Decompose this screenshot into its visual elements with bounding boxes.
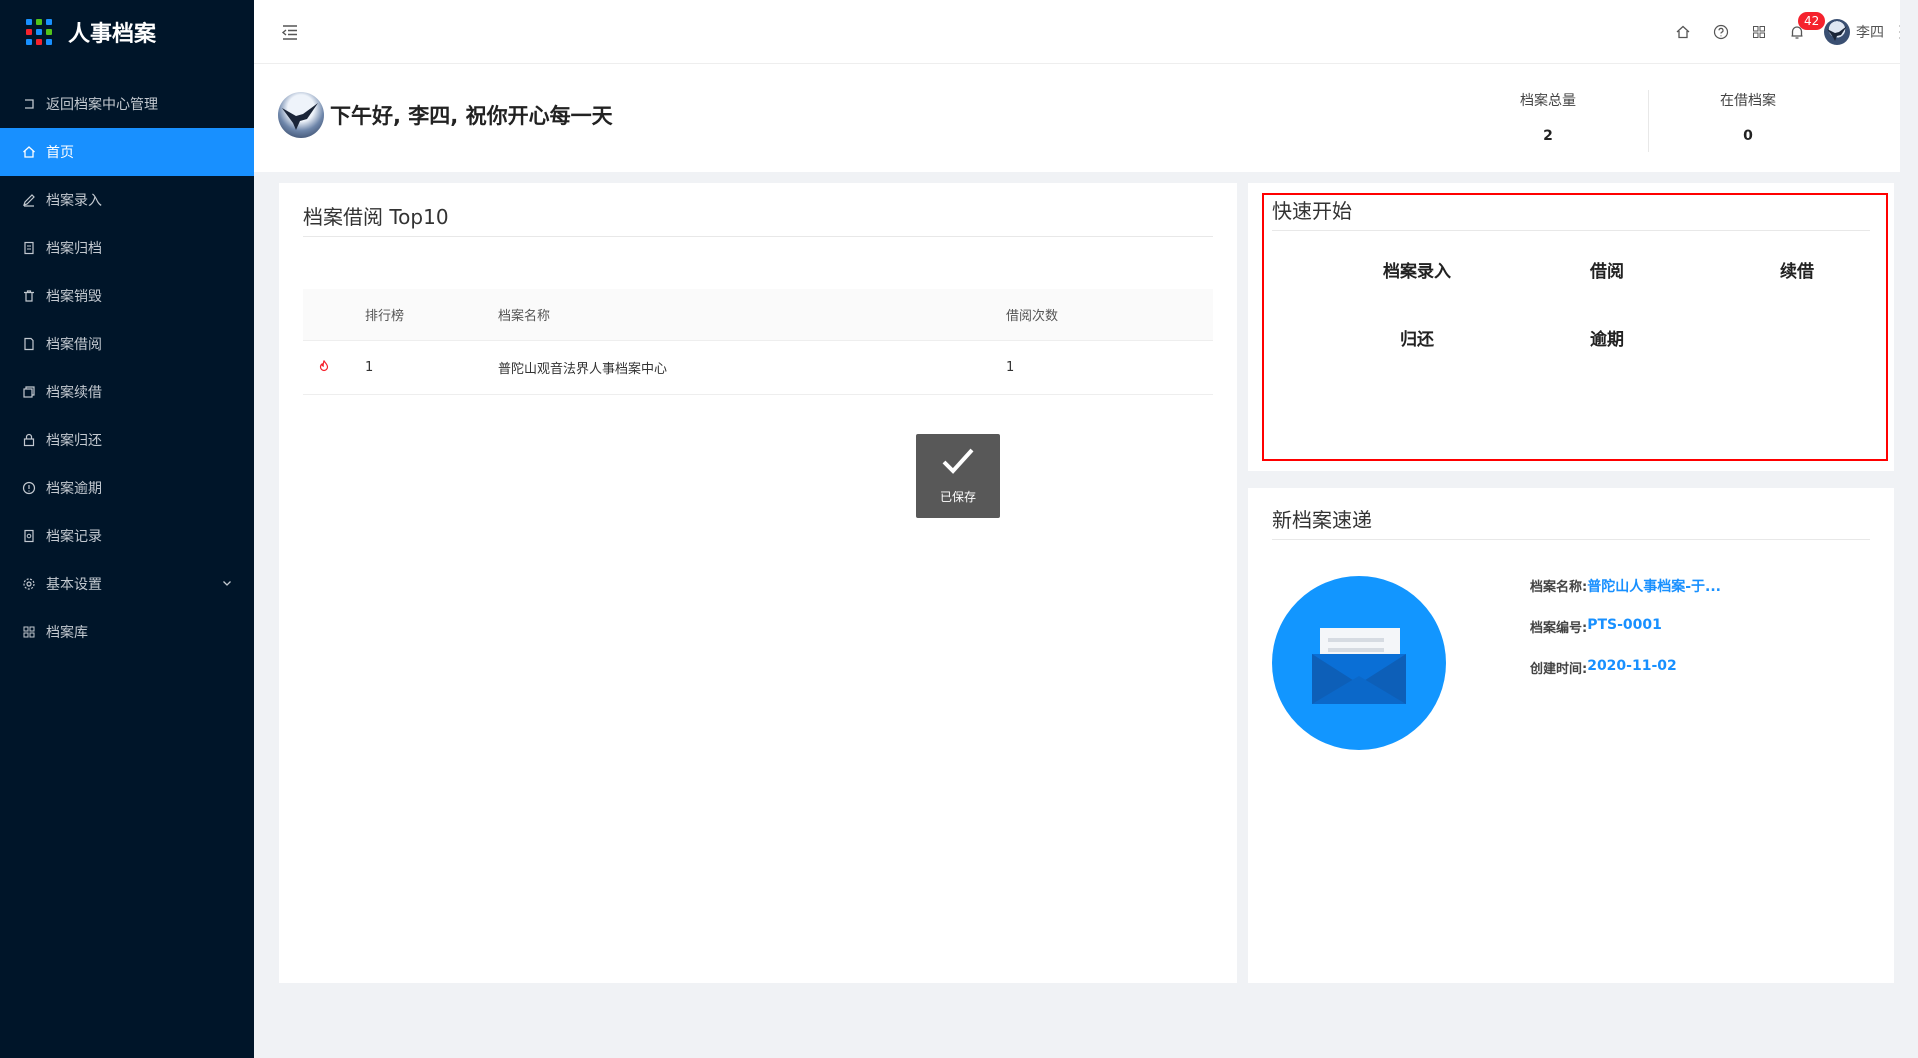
scrollbar-track: [1900, 0, 1918, 1058]
rank-cell: 1: [365, 360, 374, 375]
home-icon: [22, 145, 36, 159]
top10-table: 排行榜 档案名称 借阅次数 1 普陀山观音法界人事档案中心 1: [303, 289, 1213, 395]
stat-total: 档案总量 2: [1448, 90, 1648, 144]
stat-label: 档案总量: [1520, 93, 1576, 109]
sidebar-item-return[interactable]: 返回档案中心管理: [0, 80, 254, 128]
sidebar: 人事档案 返回档案中心管理 首页 档案录入 档案归档 档案销毁 档案借阅 档案续…: [0, 0, 254, 1058]
file-name-link[interactable]: 普陀山人事档案-于...: [1587, 576, 1721, 596]
new-file-card: 新档案速递 档案名称: 普陀山人事档案-于... 档案编号: PTS-0001 …: [1248, 488, 1894, 983]
return-icon: [22, 97, 36, 111]
sidebar-item-label: 基本设置: [46, 577, 102, 593]
info-label: 创建时间:: [1530, 662, 1588, 677]
sidebar-item-library[interactable]: 档案库: [0, 608, 254, 656]
card-title: 快速开始: [1272, 195, 1870, 231]
info-row-date: 创建时间: 2020-11-02: [1530, 658, 1721, 699]
quick-renew-button[interactable]: 续借: [1702, 255, 1892, 289]
grid-icon: [22, 625, 36, 639]
avatar: [1824, 19, 1850, 45]
sidebar-item-label: 返回档案中心管理: [46, 97, 158, 113]
sidebar-item-records[interactable]: 档案记录: [0, 512, 254, 560]
card-title: 新档案速递: [1272, 504, 1870, 540]
sidebar-item-entry[interactable]: 档案录入: [0, 176, 254, 224]
file-date-value: 2020-11-02: [1587, 658, 1677, 674]
info-row-code: 档案编号: PTS-0001: [1530, 617, 1721, 658]
quick-start-card: 快速开始 档案录入 借阅 续借 归还 逾期: [1248, 183, 1894, 471]
sidebar-menu: 返回档案中心管理 首页 档案录入 档案归档 档案销毁 档案借阅 档案续借 档案归…: [0, 80, 254, 656]
top-header: 42 李四: [254, 0, 1918, 64]
copy-icon: [22, 385, 36, 399]
apps-grid-icon: [26, 19, 52, 45]
bell-icon[interactable]: 42: [1778, 0, 1826, 64]
stat-value: 2: [1543, 128, 1553, 144]
name-cell: 普陀山观音法界人事档案中心: [498, 362, 668, 377]
trash-icon: [22, 289, 36, 303]
quick-return-button[interactable]: 归还: [1322, 323, 1512, 357]
file-icon: [22, 337, 36, 351]
sidebar-item-label: 档案续借: [46, 385, 102, 401]
user-name: 李四: [1856, 25, 1884, 41]
info-row-name: 档案名称: 普陀山人事档案-于...: [1530, 576, 1721, 617]
check-icon: [942, 448, 974, 474]
user-menu[interactable]: 李四: [1816, 0, 1892, 64]
sidebar-item-label: 档案销毁: [46, 289, 102, 305]
alert-icon: [22, 481, 36, 495]
table-row[interactable]: 1 普陀山观音法界人事档案中心 1: [303, 341, 1213, 395]
info-label: 档案编号:: [1530, 621, 1588, 636]
header-actions: 42 李四: [1664, 0, 1918, 64]
stat-value: 0: [1743, 128, 1753, 144]
apps-icon[interactable]: [1740, 0, 1778, 64]
table-header-cell: 排行榜: [365, 309, 405, 324]
edit-icon: [22, 193, 36, 207]
chevron-down-icon: [220, 576, 234, 590]
menu-fold-icon[interactable]: [278, 20, 302, 44]
sidebar-item-label: 档案借阅: [46, 337, 102, 353]
sidebar-item-label: 首页: [46, 145, 74, 161]
quick-start-grid: 档案录入 借阅 续借 归还 逾期: [1272, 255, 1870, 357]
file-code-value: PTS-0001: [1587, 617, 1662, 633]
logo[interactable]: 人事档案: [0, 0, 254, 64]
info-label: 档案名称:: [1530, 580, 1588, 595]
notification-badge: 42: [1798, 12, 1826, 30]
quick-overdue-button[interactable]: 逾期: [1512, 323, 1702, 357]
sidebar-item-label: 档案归还: [46, 433, 102, 449]
toast-text: 已保存: [939, 490, 976, 504]
welcome-bar: 下午好, 李四, 祝你开心每一天 档案总量 2 在借档案 0: [254, 64, 1918, 172]
sidebar-item-label: 档案录入: [46, 193, 102, 209]
greeting-text: 下午好, 李四, 祝你开心每一天: [330, 104, 613, 128]
card-title: 档案借阅 Top10: [303, 201, 1213, 237]
quick-borrow-button[interactable]: 借阅: [1512, 255, 1702, 289]
record-icon: [22, 529, 36, 543]
archive-icon: [22, 241, 36, 255]
stat-label: 在借档案: [1720, 93, 1776, 109]
help-icon[interactable]: [1702, 0, 1740, 64]
envelope-icon: [1272, 576, 1446, 750]
sidebar-item-label: 档案逾期: [46, 481, 102, 497]
top10-card: 档案借阅 Top10 排行榜 档案名称 借阅次数 1 普陀山观音法界人事档案中心…: [279, 183, 1237, 983]
saved-toast: 已保存: [916, 434, 1000, 518]
sidebar-item-overdue[interactable]: 档案逾期: [0, 464, 254, 512]
sidebar-item-settings[interactable]: 基本设置: [0, 560, 254, 608]
avatar: [278, 92, 324, 138]
sidebar-item-destroy[interactable]: 档案销毁: [0, 272, 254, 320]
table-header: 排行榜 档案名称 借阅次数: [303, 289, 1213, 341]
sidebar-item-archive[interactable]: 档案归档: [0, 224, 254, 272]
sidebar-item-renew[interactable]: 档案续借: [0, 368, 254, 416]
sidebar-item-borrow[interactable]: 档案借阅: [0, 320, 254, 368]
table-header-cell: 借阅次数: [1006, 309, 1059, 324]
quick-entry-button[interactable]: 档案录入: [1322, 255, 1512, 289]
sidebar-item-label: 档案记录: [46, 529, 102, 545]
sidebar-item-label: 档案归档: [46, 241, 102, 257]
sidebar-item-label: 档案库: [46, 625, 88, 641]
gear-icon: [22, 577, 36, 591]
lock-icon: [22, 433, 36, 447]
app-title: 人事档案: [68, 22, 157, 47]
sidebar-item-home[interactable]: 首页: [0, 128, 254, 176]
count-cell: 1: [1006, 360, 1015, 375]
sidebar-item-return-file[interactable]: 档案归还: [0, 416, 254, 464]
fire-icon: [303, 359, 365, 377]
file-info: 档案名称: 普陀山人事档案-于... 档案编号: PTS-0001 创建时间: …: [1530, 576, 1721, 699]
home-icon[interactable]: [1664, 0, 1702, 64]
stat-borrowed: 在借档案 0: [1648, 90, 1848, 144]
table-header-cell: 档案名称: [498, 309, 551, 324]
